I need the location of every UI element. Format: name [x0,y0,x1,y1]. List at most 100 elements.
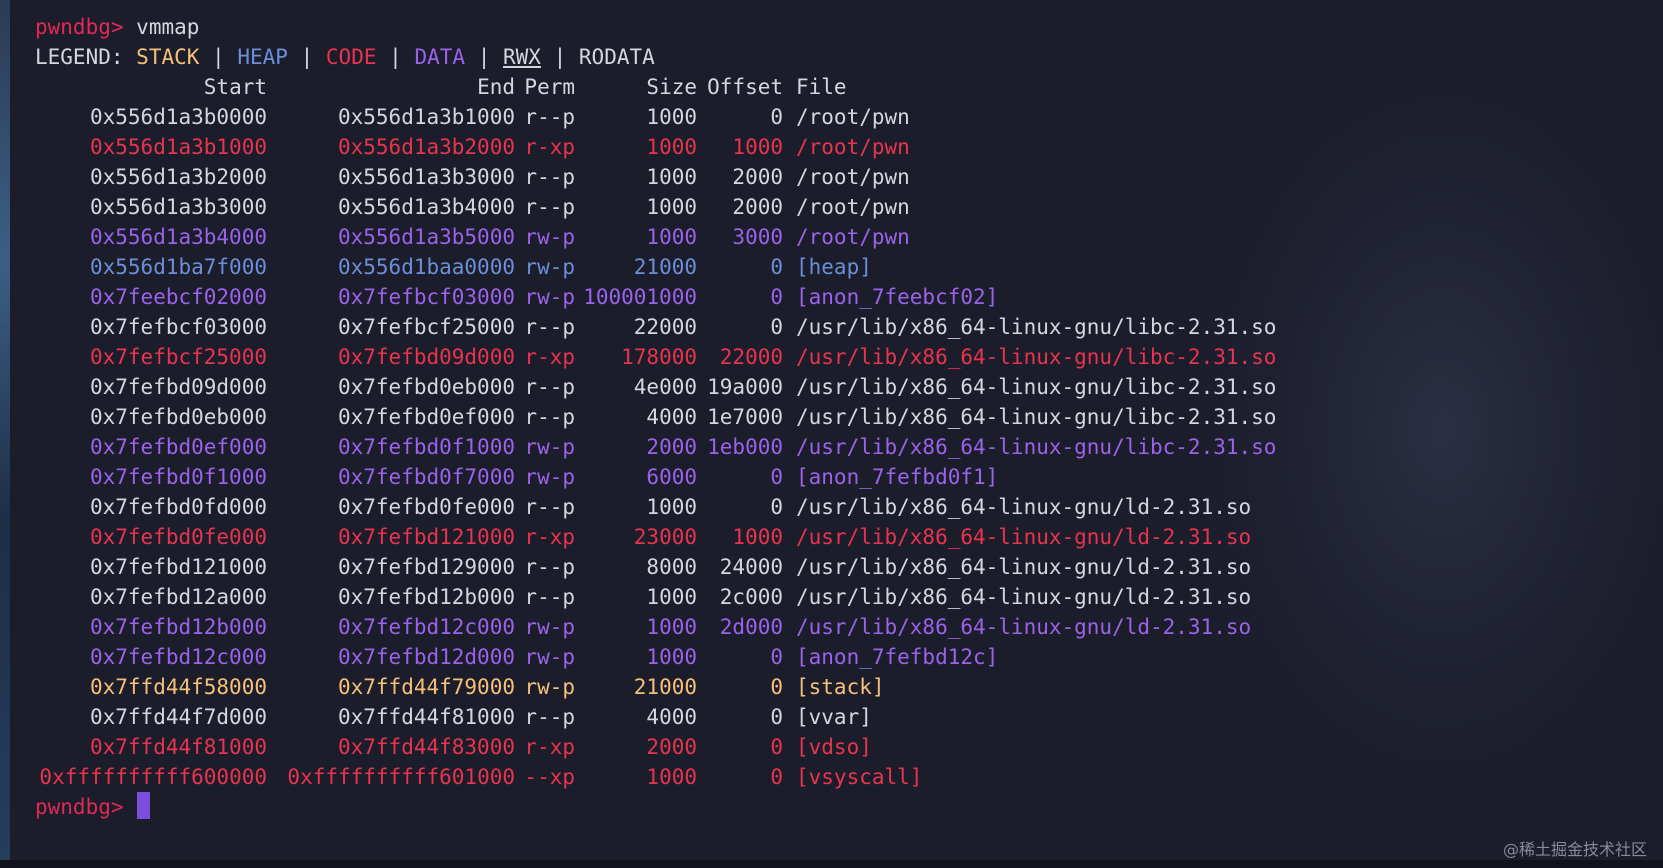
row-offset: 0 [770,255,783,279]
row-permissions: r--p [524,555,575,579]
row-size: 1000 [646,615,697,639]
row-size: 2000 [646,735,697,759]
input-line[interactable]: pwndbg> [35,792,1625,822]
row-start-address: 0x7ffd44f58000 [89,675,267,699]
table-row: 0x7fefbd121000 0x7fefbd129000 r--p 8000 2400… [35,552,1625,582]
row-permissions: rw-p [524,645,575,669]
row-start-address: 0x7fefbd12b000 [89,615,267,639]
table-row: 0x556d1a3b4000 0x556d1a3b5000 rw-p 1000 3000… [35,222,1625,252]
terminal-output[interactable]: pwndbg> vmmap LEGEND: STACK | HEAP | COD… [35,12,1625,822]
row-end-address: 0x7fefbd129000 [337,555,515,579]
legend-line: LEGEND: STACK | HEAP | CODE | DATA | RWX… [35,42,1625,72]
header-size: Size [646,75,697,99]
terminal-cursor[interactable] [136,792,150,819]
prompt-label: pwndbg> [35,795,124,819]
row-offset: 0 [770,495,783,519]
row-offset: 0 [770,105,783,129]
row-start-address: 0x556d1a3b3000 [89,195,267,219]
row-end-address: 0x7fefbd12d000 [337,645,515,669]
row-start-address: 0x7fefbcf25000 [89,345,267,369]
row-file: /usr/lib/x86_64-linux-gnu/libc-2.31.so [796,435,1277,459]
row-start-address: 0x7fefbd0ef000 [89,435,267,459]
table-row: 0x7fefbd09d000 0x7fefbd0eb000 r--p 4e000 19a… [35,372,1625,402]
window-edge-bottom [0,860,1663,868]
row-end-address: 0x556d1a3b5000 [337,225,515,249]
row-file: [anon_7fefbd0f1] [796,465,999,489]
row-file: /usr/lib/x86_64-linux-gnu/libc-2.31.so [796,375,1277,399]
row-start-address: 0xffffffffff600000 [39,765,267,789]
row-offset: 1e7000 [707,405,783,429]
table-row: 0x7fefbcf03000 0x7fefbcf25000 r--p 22000 0/u… [35,312,1625,342]
row-file: [anon_7feebcf02] [796,285,999,309]
row-size: 1000 [646,585,697,609]
row-end-address: 0x7fefbd09d000 [337,345,515,369]
row-permissions: rw-p [524,675,575,699]
legend-rodata: RODATA [578,45,655,69]
row-file: [anon_7fefbd12c] [796,645,999,669]
row-end-address: 0x556d1a3b1000 [337,105,515,129]
header-end: End [477,75,515,99]
row-end-address: 0x7fefbd0fe000 [337,495,515,519]
legend-label: LEGEND: [35,45,124,69]
row-file: /root/pwn [796,165,910,189]
row-offset: 1000 [732,525,783,549]
row-size: 6000 [646,465,697,489]
row-offset: 1eb000 [707,435,783,459]
table-row: 0x7fefbd12c000 0x7fefbd12d000 rw-p 1000 0 [an… [35,642,1625,672]
table-row: 0x7fefbcf25000 0x7fefbd09d000 r-xp 178000 22… [35,342,1625,372]
table-row: 0x556d1ba7f000 0x556d1baa0000 rw-p 21000 0 [h… [35,252,1625,282]
row-file: /usr/lib/x86_64-linux-gnu/libc-2.31.so [796,405,1277,429]
row-start-address: 0x7fefbd09d000 [89,375,267,399]
row-end-address: 0x7fefbd0f1000 [337,435,515,459]
row-size: 1000 [646,135,697,159]
row-start-address: 0x556d1ba7f000 [89,255,267,279]
legend-separator: | [553,45,567,69]
table-header: Start End Perm Size Offset File [35,72,1625,102]
legend-rwx: RWX [503,45,541,69]
row-offset: 0 [770,675,783,699]
row-offset: 0 [770,765,783,789]
table-row: 0x7feebcf02000 0x7fefbcf03000 rw-p 10000100… [35,282,1625,312]
row-end-address: 0x556d1a3b2000 [337,135,515,159]
row-permissions: r--p [524,705,575,729]
row-offset: 2000 [732,165,783,189]
header-offset: Offset [707,75,783,99]
header-start: Start [203,75,267,99]
row-size: 1000 [646,765,697,789]
row-permissions: r--p [524,495,575,519]
row-file: /root/pwn [796,195,910,219]
row-start-address: 0x7fefbcf03000 [89,315,267,339]
header-perm: Perm [524,75,575,99]
prompt-label: pwndbg> [35,15,124,39]
watermark: @稀土掘金技术社区 [1502,840,1647,859]
row-file: [stack] [796,675,885,699]
mapping-rows: 0x556d1a3b0000 0x556d1a3b1000 r--p 1000 0/ro… [35,102,1625,792]
row-file: [vsyscall] [796,765,923,789]
row-file: /usr/lib/x86_64-linux-gnu/libc-2.31.so [796,315,1277,339]
row-start-address: 0x7ffd44f7d000 [89,705,267,729]
row-end-address: 0x7fefbd0eb000 [337,375,515,399]
legend-separator: | [212,45,225,69]
row-end-address: 0x7ffd44f79000 [337,675,515,699]
row-permissions: rw-p [524,285,575,309]
row-size: 100001000 [583,285,697,309]
row-end-address: 0x7fefbd0f7000 [337,465,515,489]
row-start-address: 0x7fefbd121000 [89,555,267,579]
table-row: 0x556d1a3b1000 0x556d1a3b2000 r-xp 1000 1000… [35,132,1625,162]
row-start-address: 0x556d1a3b2000 [89,165,267,189]
table-row: 0x7ffd44f58000 0x7ffd44f79000 rw-p 21000 0 [s… [35,672,1625,702]
window-edge-left [0,0,10,868]
row-end-address: 0x7fefbd12b000 [337,585,515,609]
row-permissions: rw-p [524,435,575,459]
table-row: 0x7fefbd0f1000 0x7fefbd0f7000 rw-p 6000 0 [an… [35,462,1625,492]
row-permissions: r--p [524,585,575,609]
row-permissions: rw-p [524,255,575,279]
row-file: /usr/lib/x86_64-linux-gnu/ld-2.31.so [796,585,1252,609]
row-end-address: 0x7fefbd0ef000 [337,405,515,429]
row-permissions: r-xp [524,135,575,159]
row-offset: 19a000 [707,375,783,399]
row-start-address: 0x7fefbd0fd000 [89,495,267,519]
row-end-address: 0x7fefbd121000 [337,525,515,549]
row-offset: 2c000 [719,585,783,609]
row-permissions: r-xp [524,735,575,759]
